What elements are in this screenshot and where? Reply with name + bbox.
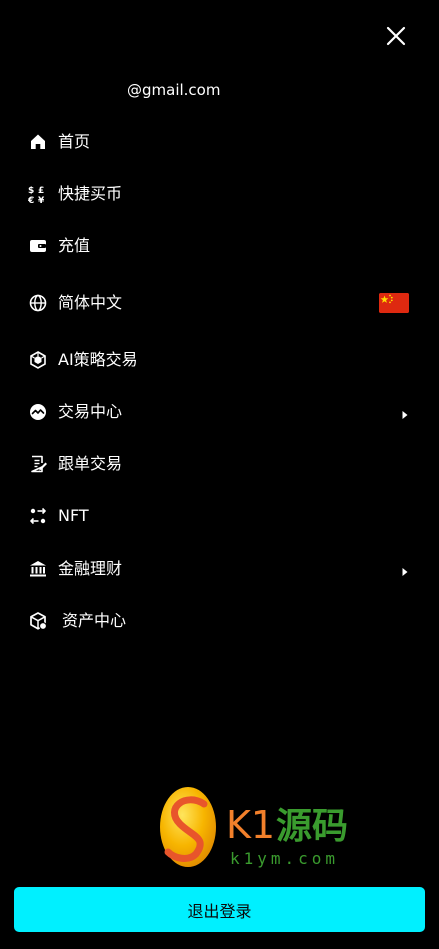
menu-item-label: 首页 (58, 132, 91, 151)
menu-item-finance[interactable]: 金融理财 (0, 547, 439, 591)
assets-box-icon (28, 611, 48, 631)
bank-icon (28, 559, 48, 579)
globe-icon (28, 293, 48, 313)
menu-item-language[interactable]: 简体中文 (0, 281, 439, 325)
svg-text:£: £ (38, 186, 44, 196)
menu-item-label: 充值 (58, 236, 91, 255)
menu-item-label: 跟单交易 (58, 454, 123, 473)
watermark-logo: K1 源码 k1ym.com (158, 786, 368, 870)
svg-text:源码: 源码 (276, 806, 348, 847)
menu-item-label: AI策略交易 (58, 350, 138, 369)
menu-item-quick-buy[interactable]: $ £ € ¥ 快捷买币 (0, 172, 439, 216)
home-icon (28, 132, 48, 152)
menu-item-label: 资产中心 (62, 611, 127, 630)
logout-button[interactable]: 退出登录 (14, 887, 425, 932)
menu-item-copy-trading[interactable]: 跟单交易 (0, 442, 439, 486)
menu-item-home[interactable]: 首页 (0, 120, 439, 164)
nft-swap-icon (28, 506, 48, 526)
menu-item-deposit[interactable]: 充值 (0, 224, 439, 268)
svg-text:¥: ¥ (38, 196, 45, 204)
close-button[interactable] (381, 21, 411, 51)
menu-item-assets[interactable]: 资产中心 (0, 599, 439, 643)
currency-exchange-icon: $ £ € ¥ (28, 184, 48, 204)
svg-text:K1: K1 (226, 803, 275, 847)
menu-item-label: 交易中心 (58, 402, 123, 421)
trade-chart-icon (28, 402, 48, 422)
wallet-icon (28, 236, 48, 256)
chevron-right-icon[interactable] (401, 406, 409, 419)
copy-trade-document-icon (28, 454, 48, 474)
menu-item-label: 快捷买币 (58, 184, 123, 203)
menu-item-nft[interactable]: NFT (0, 494, 439, 538)
user-email: @gmail.com (127, 81, 221, 99)
svg-text:$: $ (28, 186, 34, 196)
menu-item-label: 金融理财 (58, 559, 123, 578)
menu-item-label: NFT (58, 506, 89, 525)
close-icon[interactable] (381, 21, 411, 51)
menu-item-label: 简体中文 (58, 293, 123, 312)
svg-text:€: € (28, 196, 34, 204)
menu-item-trade-center[interactable]: 交易中心 (0, 390, 439, 434)
menu-item-ai-trading[interactable]: AI策略交易 (0, 338, 439, 382)
svg-text:k1ym.com: k1ym.com (230, 849, 339, 868)
china-flag-icon (379, 293, 409, 313)
ai-cube-icon (28, 350, 48, 370)
chevron-right-icon[interactable] (401, 563, 409, 576)
